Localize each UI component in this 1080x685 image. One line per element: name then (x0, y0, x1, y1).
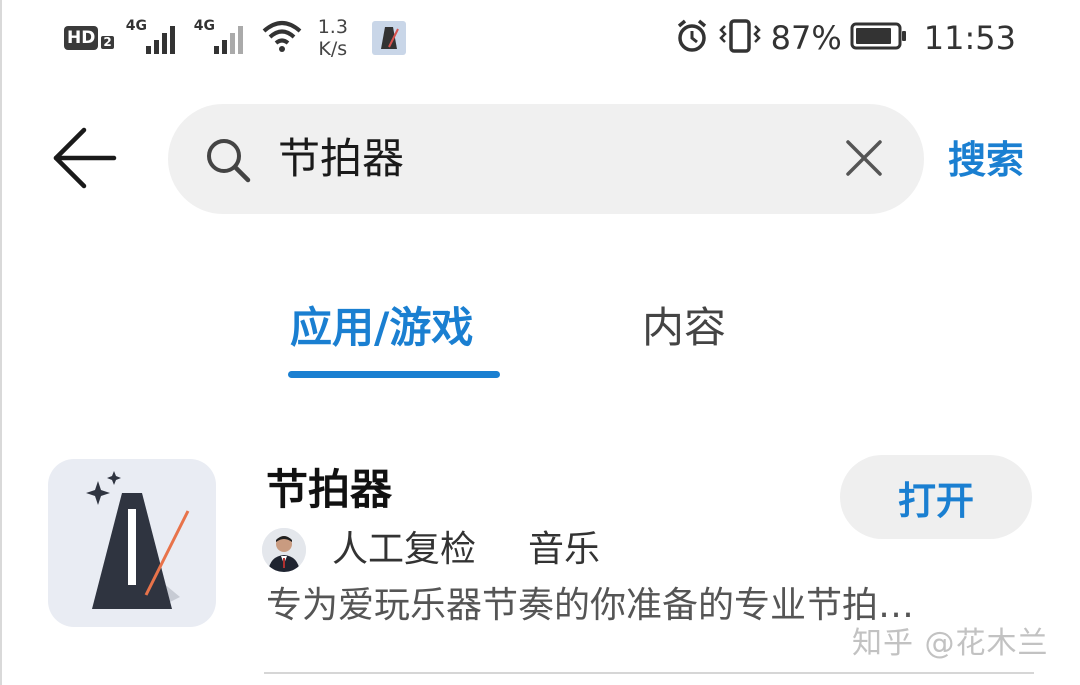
search-button[interactable]: 搜索 (948, 136, 1024, 184)
back-arrow-icon (53, 127, 117, 189)
watermark: 知乎 @花木兰 (852, 626, 1049, 661)
vibrate-icon (717, 18, 763, 58)
developer-row: 人工复检 音乐 (262, 526, 600, 574)
search-box[interactable]: 节拍器 (168, 104, 924, 214)
battery-percent: 87% (770, 19, 842, 57)
battery-icon (850, 21, 908, 55)
metronome-notification-icon (371, 21, 406, 55)
status-left: HD 2 4G 4G 1.3 K/s (64, 14, 406, 62)
hd-sub-label: 2 (101, 34, 114, 49)
open-button[interactable]: 打开 (840, 455, 1032, 539)
search-icon (204, 136, 252, 188)
app-name[interactable]: 节拍器 (266, 462, 392, 518)
status-right: 87% 11:53 (675, 14, 1016, 62)
search-input[interactable]: 节拍器 (278, 132, 404, 186)
signal-icon-2: 4G (194, 18, 250, 58)
tab-content[interactable]: 内容 (642, 300, 726, 356)
signal-icon-1: 4G (126, 18, 182, 58)
screen-edge (0, 0, 2, 685)
close-icon (846, 140, 882, 176)
speed-value: 1.3 (317, 16, 348, 38)
hd-voice-badge: HD 2 (64, 26, 114, 50)
avatar (262, 528, 306, 572)
divider (264, 672, 1034, 674)
speed-unit: K/s (318, 38, 348, 60)
wifi-icon (262, 19, 302, 57)
hd-label: HD (64, 26, 99, 50)
clock: 11:53 (923, 19, 1016, 57)
metronome-icon[interactable] (48, 459, 216, 627)
app-category: 音乐 (528, 529, 601, 570)
active-tab-indicator (288, 371, 500, 378)
clear-search-button[interactable] (844, 138, 884, 178)
status-bar: HD 2 4G 4G 1.3 K/s 87% 11:53 (0, 0, 1080, 80)
tab-apps-games[interactable]: 应用/游戏 (290, 300, 473, 356)
back-button[interactable] (48, 122, 120, 194)
alarm-icon (675, 18, 709, 58)
network-speed: 1.3 K/s (318, 16, 348, 60)
developer-name: 人工复检 (332, 529, 477, 570)
